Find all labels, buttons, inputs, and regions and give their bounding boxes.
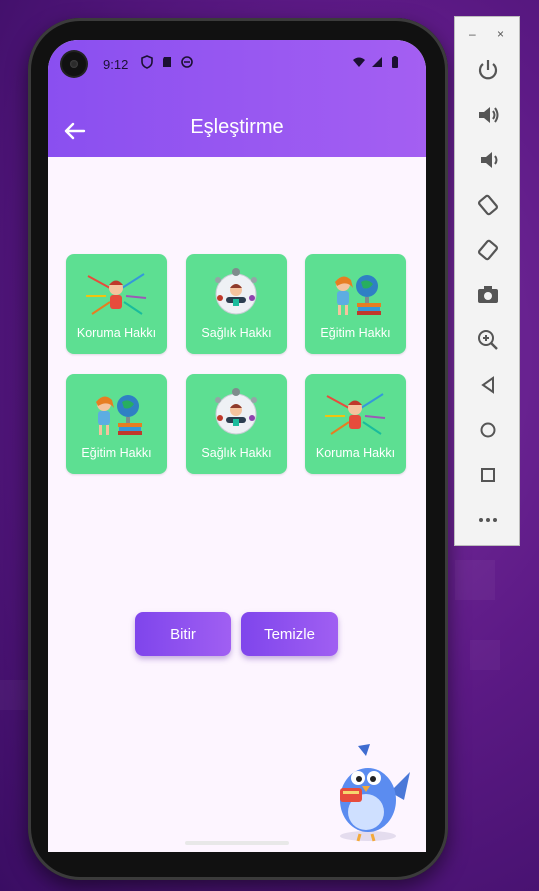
back-icon[interactable]	[475, 372, 501, 398]
status-time: 9:12	[103, 57, 129, 72]
camera-icon[interactable]	[475, 282, 501, 308]
status-bar: 9:12	[48, 40, 426, 84]
health-art	[215, 268, 257, 315]
minimize-button[interactable]: –	[469, 27, 476, 41]
battery-icon	[392, 56, 398, 68]
rotate-left-icon[interactable]	[475, 192, 501, 218]
card-koruma-hakki[interactable]: Koruma Hakkı	[305, 374, 406, 474]
status-right-icons	[352, 55, 402, 69]
education-art	[335, 275, 381, 315]
bird-mascot	[340, 744, 410, 842]
sync-icon	[181, 56, 193, 68]
card-label: Sağlık Hakkı	[201, 446, 272, 460]
rotate-right-icon[interactable]	[475, 237, 501, 263]
app-screen: 9:12 Eşleştirme Koruma Hakkı Sağlık Hakk…	[48, 40, 426, 852]
background-square	[470, 640, 500, 670]
zoom-icon[interactable]	[475, 327, 501, 353]
card-saglik-hakki[interactable]: Sağlık Hakkı	[186, 254, 287, 354]
card-label: Eğitim Hakkı	[320, 326, 391, 340]
health-art	[215, 388, 257, 435]
overview-icon[interactable]	[475, 462, 501, 488]
card-label: Eğitim Hakkı	[81, 446, 152, 460]
page-title: Eşleştirme	[190, 116, 284, 138]
front-camera	[62, 52, 86, 76]
emulator-toolbar: – ×	[454, 16, 520, 546]
protection-art	[86, 273, 147, 315]
finish-button[interactable]: Bitir	[135, 612, 231, 656]
more-icon[interactable]	[475, 507, 501, 533]
card-label: Koruma Hakkı	[76, 326, 157, 340]
protection-art	[325, 393, 386, 435]
gesture-nav-bar	[48, 830, 426, 870]
power-icon[interactable]	[475, 57, 501, 83]
wifi-icon	[353, 57, 365, 67]
clear-button[interactable]: Temizle	[241, 612, 338, 656]
shield-icon	[141, 55, 153, 69]
status-icons	[140, 55, 194, 69]
card-saglik-hakki[interactable]: Sağlık Hakkı	[186, 374, 287, 474]
phone-frame: 9:12 Eşleştirme Koruma Hakkı Sağlık Hakk…	[28, 18, 448, 880]
card-koruma-hakki[interactable]: Koruma Hakkı	[66, 254, 167, 354]
card-egitim-hakki[interactable]: Eğitim Hakkı	[66, 374, 167, 474]
volume-down-icon[interactable]	[475, 147, 501, 173]
signal-icon	[372, 57, 382, 67]
card-label: Koruma Hakkı	[315, 446, 396, 460]
sd-card-icon	[163, 57, 171, 67]
background-square	[0, 680, 30, 710]
card-egitim-hakki[interactable]: Eğitim Hakkı	[305, 254, 406, 354]
close-button[interactable]: ×	[497, 27, 504, 41]
card-label: Sağlık Hakkı	[201, 326, 272, 340]
education-art	[96, 395, 142, 435]
home-icon[interactable]	[475, 417, 501, 443]
home-indicator[interactable]	[185, 841, 289, 845]
background-square	[455, 560, 495, 600]
volume-up-icon[interactable]	[475, 102, 501, 128]
